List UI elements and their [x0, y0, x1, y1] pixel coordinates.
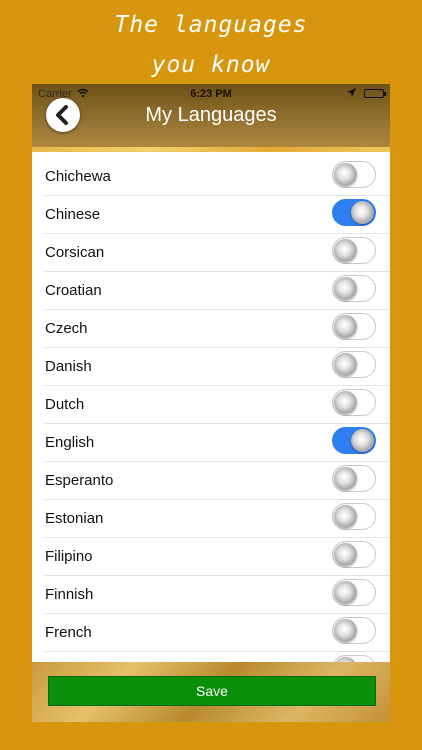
language-label: Filipino — [45, 548, 93, 565]
language-toggle[interactable] — [332, 275, 376, 302]
language-label: Croatian — [45, 282, 102, 299]
language-toggle[interactable] — [332, 579, 376, 606]
language-label: English — [45, 434, 95, 451]
toggle-knob — [334, 467, 357, 490]
footer-bar: Save — [32, 662, 390, 722]
toggle-knob — [334, 315, 357, 338]
language-toggle[interactable] — [332, 503, 376, 530]
battery-icon — [364, 89, 386, 98]
language-row: Croatian — [32, 272, 390, 310]
language-toggle[interactable] — [332, 541, 376, 568]
language-toggle[interactable] — [332, 199, 376, 226]
language-row: Corsican — [32, 234, 390, 272]
language-toggle[interactable] — [332, 427, 376, 454]
language-row: Frisian — [32, 652, 390, 662]
toggle-knob — [334, 619, 357, 642]
toggle-knob — [334, 505, 357, 528]
language-label: Finnish — [45, 586, 94, 603]
toggle-knob — [334, 353, 357, 376]
language-toggle[interactable] — [332, 617, 376, 644]
language-row: Estonian — [32, 500, 390, 538]
language-row: Dutch — [32, 386, 390, 424]
toggle-knob — [334, 581, 357, 604]
save-button[interactable]: Save — [48, 676, 376, 706]
toggle-knob — [334, 391, 357, 414]
language-row: Czech — [32, 310, 390, 348]
promo-line-1: The languages — [114, 12, 308, 38]
language-label: Corsican — [45, 244, 105, 261]
language-row: Finnish — [32, 576, 390, 614]
toggle-knob — [334, 543, 357, 566]
toggle-knob — [334, 163, 357, 186]
language-label: Frisian — [45, 652, 90, 662]
language-label: Esperanto — [45, 472, 114, 489]
language-row: Esperanto — [32, 462, 390, 500]
language-row: French — [32, 614, 390, 652]
language-label: Dutch — [45, 396, 85, 413]
language-label: Estonian — [45, 510, 104, 527]
language-toggle[interactable] — [332, 351, 376, 378]
language-label: French — [45, 624, 92, 641]
promo-line-2: you know — [151, 52, 271, 78]
language-row: Danish — [32, 348, 390, 386]
language-row: Filipino — [32, 538, 390, 576]
language-row: English — [32, 424, 390, 462]
language-toggle[interactable] — [332, 655, 376, 662]
toggle-knob — [351, 429, 374, 452]
language-label: Chinese — [45, 206, 101, 223]
status-bar: Carrier 6:23 PM — [32, 86, 390, 102]
language-toggle[interactable] — [332, 161, 376, 188]
language-row: Chichewa — [32, 158, 390, 196]
language-list[interactable]: Chichewa Chinese Corsican Croatian Czech Dani… — [32, 158, 390, 662]
toggle-knob — [334, 239, 357, 262]
toggle-knob — [351, 201, 374, 224]
language-toggle[interactable] — [332, 313, 376, 340]
language-toggle[interactable] — [332, 465, 376, 492]
page-title: My Languages — [145, 104, 277, 126]
language-label: Chichewa — [45, 168, 111, 185]
language-row: Chinese — [32, 196, 390, 234]
phone-screen: Carrier 6:23 PM My Languages Chichewa Chi… — [32, 84, 390, 722]
navigation-bar: Carrier 6:23 PM My Languages — [32, 84, 390, 152]
language-label: Czech — [45, 320, 88, 337]
toggle-knob — [334, 277, 357, 300]
location-arrow-icon — [347, 88, 356, 100]
language-label: Danish — [45, 358, 92, 375]
status-time: 6:23 PM — [190, 88, 232, 100]
language-toggle[interactable] — [332, 237, 376, 264]
language-toggle[interactable] — [332, 389, 376, 416]
